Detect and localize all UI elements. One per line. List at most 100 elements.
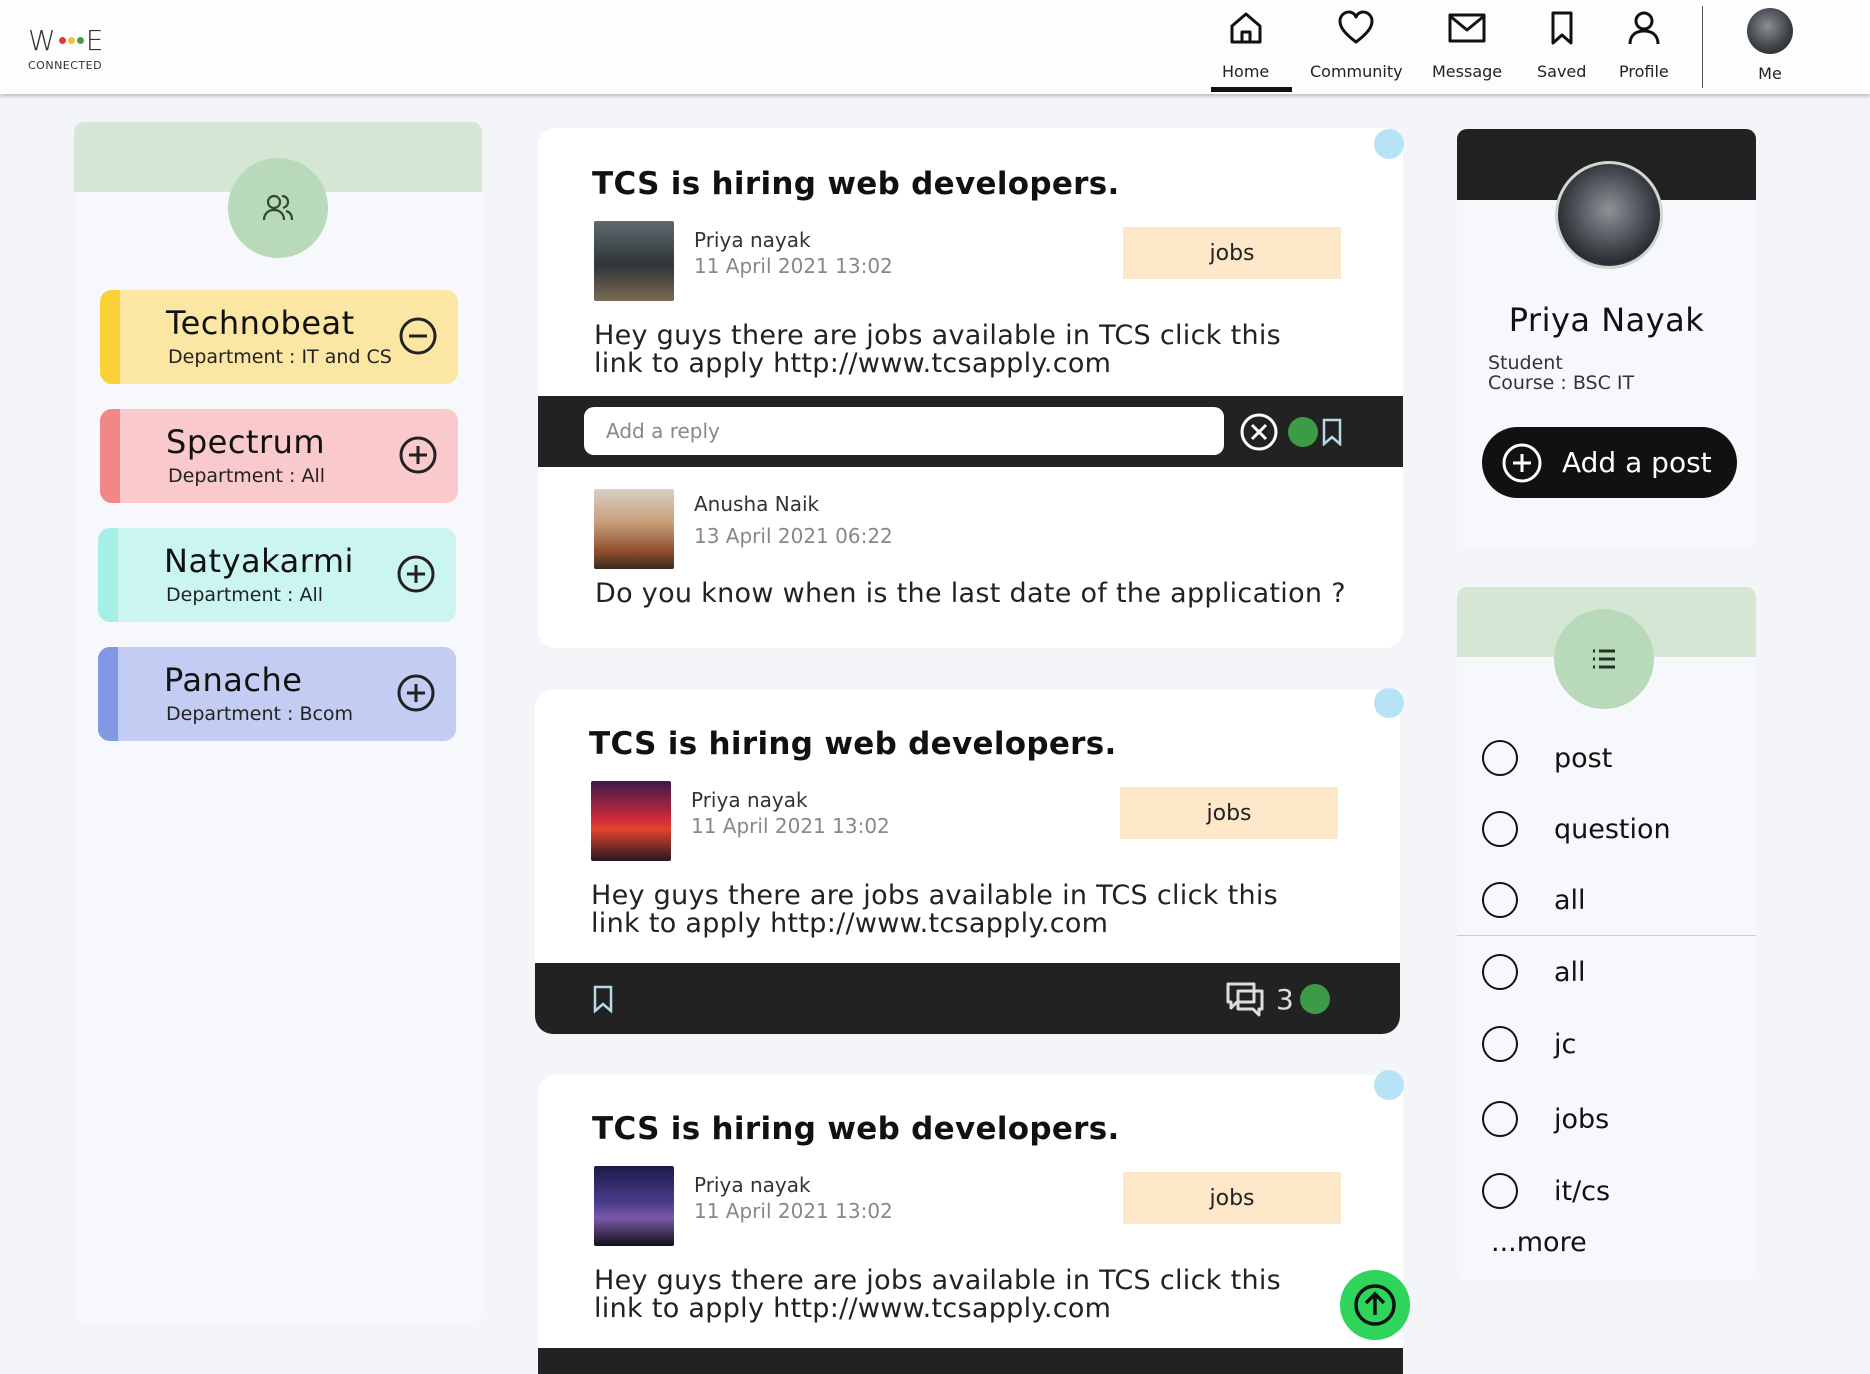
nav-saved[interactable]: Saved [1537,8,1586,81]
nav-me[interactable]: Me [1747,8,1793,83]
club-department: Department : IT and CS [168,346,392,368]
club-card-technobeat[interactable]: Technobeat Department : IT and CS [100,290,458,384]
nav-saved-label: Saved [1537,62,1587,81]
post-tag[interactable]: jobs [1123,227,1341,279]
club-department: Department : All [168,465,326,487]
club-name: Spectrum [166,423,326,461]
reply-author-avatar[interactable] [594,489,674,569]
join-club-icon[interactable] [398,435,438,475]
filter-tag-jc[interactable]: jc [1482,1026,1576,1062]
filter-option-question[interactable]: question [1482,811,1671,847]
nav-community[interactable]: Community [1310,8,1403,81]
radio-button[interactable] [1482,1026,1518,1062]
post-author-avatar[interactable] [594,1166,674,1246]
post-author-avatar[interactable] [591,781,671,861]
bookmark-icon [1551,11,1573,45]
nav-home-label: Home [1222,62,1270,81]
top-navbar: W E CONNECTED Home Community Message Sav… [0,0,1870,94]
users-icon [262,194,294,221]
club-strip [98,647,118,741]
clubs-badge [228,158,328,258]
post-title: TCS is hiring web developers. [592,1111,1120,1147]
club-strip [100,290,120,384]
club-name: Panache [164,661,303,699]
nav-profile-label: Profile [1619,62,1669,81]
filter-label: post [1554,742,1613,774]
post-tag[interactable]: jobs [1120,787,1338,839]
filter-divider [1457,935,1756,936]
radio-button[interactable] [1482,1101,1518,1137]
club-strip [98,528,118,622]
radio-button[interactable] [1482,811,1518,847]
app-logo[interactable]: W E CONNECTED [28,24,104,72]
club-card-natyakarmi[interactable]: Natyakarmi Department : All [98,528,456,622]
filter-tag-all[interactable]: all [1482,954,1586,990]
post-author[interactable]: Priya nayak [694,1173,811,1197]
profile-panel: Priya Nayak Student Course : BSC IT Add … [1457,129,1756,549]
post-body: Hey guys there are jobs available in TCS… [594,1265,1282,1324]
filter-label: question [1554,813,1671,845]
nav-me-label: Me [1758,64,1782,83]
logo-letter-end: E [85,24,105,57]
filter-label: all [1554,884,1586,916]
clubs-panel: Technobeat Department : IT and CS Spectr… [74,122,482,1322]
post-author[interactable]: Priya nayak [691,788,808,812]
leave-club-icon[interactable] [398,316,438,356]
club-card-panache[interactable]: Panache Department : Bcom [98,647,456,741]
post-body: Hey guys there are jobs available in TCS… [594,320,1282,379]
club-department: Department : All [166,584,324,606]
plus-circle-icon [1502,443,1542,482]
radio-button[interactable] [1482,954,1518,990]
unread-indicator [1374,1070,1404,1100]
post-title: TCS is hiring web developers. [592,166,1120,202]
radio-button[interactable] [1482,882,1518,918]
comments-icon[interactable] [1225,981,1265,1017]
reply-input[interactable] [584,407,1224,455]
add-post-label: Add a post [1562,446,1712,479]
join-club-icon[interactable] [396,554,436,594]
home-icon [1230,12,1262,44]
save-post-icon[interactable] [1320,418,1344,446]
post-body: Hey guys there are jobs available in TCS… [591,880,1279,939]
filter-label: jc [1554,1028,1577,1060]
list-icon [1593,649,1615,669]
scroll-to-top-button[interactable] [1340,1270,1410,1340]
profile-avatar[interactable] [1555,161,1663,269]
add-post-button[interactable]: Add a post [1482,427,1737,498]
me-avatar [1747,8,1793,54]
arrow-up-icon [1354,1284,1396,1326]
club-name: Natyakarmi [164,542,354,580]
club-card-spectrum[interactable]: Spectrum Department : All [100,409,458,503]
filter-tag-it-cs[interactable]: it/cs [1482,1173,1610,1209]
status-dot [1300,984,1330,1014]
nav-home[interactable]: Home [1222,8,1269,81]
club-strip [100,409,120,503]
filter-tag-jobs[interactable]: jobs [1482,1101,1609,1137]
close-reply-icon[interactable] [1239,412,1279,452]
radio-button[interactable] [1482,740,1518,776]
unread-indicator [1374,129,1404,159]
mail-icon [1448,13,1486,43]
radio-button[interactable] [1482,1173,1518,1209]
reply-author[interactable]: Anusha Naik [694,492,819,516]
profile-name: Priya Nayak [1508,301,1705,339]
join-club-icon[interactable] [396,673,436,713]
heart-icon [1338,10,1374,44]
filter-option-all[interactable]: all [1482,882,1586,918]
nav-message[interactable]: Message [1432,8,1502,81]
profile-role: Student [1488,352,1563,374]
post-author[interactable]: Priya nayak [694,228,811,252]
filter-label: jobs [1554,1103,1610,1135]
post-tag[interactable]: jobs [1123,1172,1341,1224]
filter-option-post[interactable]: post [1482,740,1612,776]
profile-details: Student Course : BSC IT [1488,353,1634,393]
more-filters-link[interactable]: ...more [1491,1227,1587,1258]
post-author-avatar[interactable] [594,221,674,301]
comment-count: 3 [1276,983,1294,1016]
nav-profile[interactable]: Profile [1619,8,1669,81]
save-post-icon[interactable] [591,985,615,1013]
logo-mark: W E [28,24,104,57]
status-dot [1288,417,1318,447]
unread-indicator [1374,688,1404,718]
post-actions-bar [538,1348,1403,1374]
